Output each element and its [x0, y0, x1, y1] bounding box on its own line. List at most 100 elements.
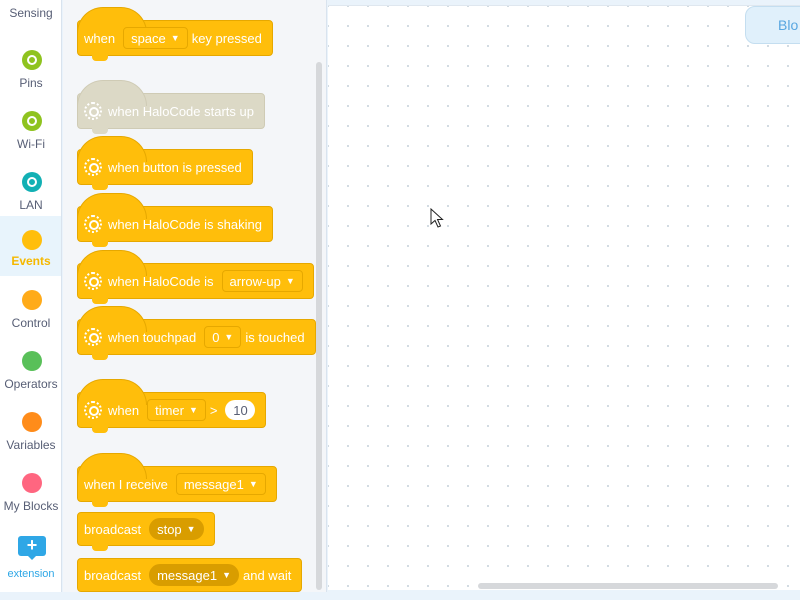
category-sidebar: Sensing Pins Wi-Fi LAN Events Control Op…: [0, 0, 62, 592]
block-when-halocode-tilted[interactable]: when HaloCode is arrow-up ▼: [77, 250, 314, 304]
workspace-horizontal-scrollbar[interactable]: [478, 583, 778, 589]
category-pins[interactable]: Pins: [0, 38, 61, 98]
category-events[interactable]: Events: [0, 216, 61, 276]
script-workspace[interactable]: [328, 5, 800, 590]
timer-value-input[interactable]: 10: [225, 400, 256, 420]
hat-cap: [77, 193, 147, 219]
block-text: when HaloCode is: [108, 273, 214, 289]
block-text: key pressed: [191, 30, 262, 46]
hat-cap: [77, 453, 147, 479]
block-text: when touchpad: [108, 329, 197, 345]
bottom-border: [0, 592, 800, 600]
caret-down-icon: ▼: [186, 524, 196, 534]
block-text: and wait: [243, 567, 292, 583]
hat-cap: [77, 306, 147, 332]
category-label-sensing[interactable]: Sensing: [0, 6, 61, 20]
block-broadcast[interactable]: broadcast stop ▼: [77, 512, 215, 551]
caret-down-icon: ▼: [285, 276, 295, 286]
operators-dot-icon: [22, 351, 42, 371]
broadcast-wait-message-value: message1: [157, 567, 218, 583]
block-text: when I receive: [84, 476, 168, 492]
category-my-blocks[interactable]: My Blocks: [0, 461, 61, 521]
tilt-dropdown-value: arrow-up: [229, 273, 281, 289]
caret-down-icon: ▼: [170, 33, 180, 43]
palette-scrollbar[interactable]: [316, 62, 322, 590]
category-operators[interactable]: Operators: [0, 339, 61, 399]
category-label: Events: [11, 254, 51, 268]
tab-blocks[interactable]: Blo: [745, 6, 800, 44]
hat-cap: [77, 136, 147, 162]
block-notch: [92, 298, 108, 304]
category-label: Control: [11, 316, 51, 330]
halocode-gear-icon: [84, 328, 102, 346]
extension-label: extension: [7, 568, 55, 580]
block-text: broadcast: [84, 521, 142, 537]
category-label: Variables: [6, 438, 56, 452]
category-label: Pins: [19, 76, 43, 90]
block-notch: [92, 184, 108, 190]
broadcast-message-dropdown[interactable]: stop ▼: [149, 518, 204, 540]
touchpad-dropdown[interactable]: 0 ▼: [204, 326, 242, 348]
lan-gear-icon: [22, 172, 42, 192]
block-when-i-receive[interactable]: when I receive message1 ▼: [77, 453, 277, 507]
block-notch: [92, 241, 108, 247]
block-notch: [92, 55, 108, 61]
category-wifi[interactable]: Wi-Fi: [0, 99, 61, 159]
my-blocks-dot-icon: [22, 473, 42, 493]
key-dropdown[interactable]: space ▼: [123, 27, 188, 49]
block-when-halocode-starts-up[interactable]: when HaloCode starts up: [77, 80, 265, 134]
block-text: is touched: [245, 329, 305, 345]
category-lan[interactable]: LAN: [0, 160, 61, 220]
category-control[interactable]: Control: [0, 278, 61, 338]
caret-down-icon: ▼: [222, 570, 231, 580]
block-when-touchpad-touched[interactable]: when touchpad 0 ▼ is touched: [77, 306, 316, 360]
touchpad-dropdown-value: 0: [212, 329, 220, 345]
greater-than-sign: >: [209, 402, 218, 418]
block-when-key-pressed[interactable]: when space ▼ key pressed: [77, 7, 273, 61]
block-notch: [92, 354, 108, 360]
key-dropdown-value: space: [131, 30, 166, 46]
block-when-halocode-shaking[interactable]: when HaloCode is shaking: [77, 193, 273, 247]
block-notch: [92, 501, 108, 507]
block-notch: [92, 427, 108, 433]
timer-dropdown[interactable]: timer ▼: [147, 399, 206, 421]
tilt-dropdown[interactable]: arrow-up ▼: [221, 270, 303, 292]
add-extension-icon: +: [18, 536, 46, 560]
block-when-button-pressed[interactable]: when button is pressed: [77, 136, 253, 190]
block-text: when: [108, 402, 140, 418]
message-dropdown-value: message1: [183, 476, 244, 492]
caret-down-icon: ▼: [188, 405, 198, 415]
block-broadcast-and-wait[interactable]: broadcast message1 ▼ and wait: [77, 558, 303, 592]
caret-down-icon: ▼: [224, 332, 234, 342]
halocode-gear-icon: [84, 272, 102, 290]
halocode-gear-icon: [84, 215, 102, 233]
control-dot-icon: [22, 290, 42, 310]
block-text: broadcast: [84, 567, 142, 583]
app-window: Sensing Pins Wi-Fi LAN Events Control Op…: [0, 0, 800, 600]
timer-dropdown-value: timer: [155, 402, 184, 418]
halocode-gear-icon: [84, 158, 102, 176]
block-when-timer-greater[interactable]: when timer ▼ > 10: [77, 379, 267, 433]
hat-cap: [77, 250, 147, 276]
broadcast-wait-message-dropdown[interactable]: message1 ▼: [149, 564, 239, 586]
extension-button[interactable]: + extension: [0, 528, 61, 592]
block-text: when button is pressed: [108, 159, 242, 175]
category-label: LAN: [19, 198, 43, 212]
blocks-palette: when space ▼ key pressed when HaloCode st…: [63, 0, 327, 592]
broadcast-message-value: stop: [157, 521, 182, 537]
events-dot-icon: [22, 230, 42, 250]
block-notch: [92, 545, 108, 551]
halocode-gear-icon: [84, 102, 102, 120]
category-label: My Blocks: [3, 499, 59, 513]
block-notch: [92, 128, 108, 134]
hat-cap: [77, 80, 147, 106]
category-variables[interactable]: Variables: [0, 400, 61, 460]
caret-down-icon: ▼: [248, 479, 258, 489]
message-dropdown[interactable]: message1 ▼: [175, 473, 266, 495]
category-label: Operators: [4, 377, 58, 391]
wifi-gear-icon: [22, 111, 42, 131]
variables-dot-icon: [22, 412, 42, 432]
block-text: when: [84, 30, 116, 46]
mouse-pointer-icon: [430, 208, 444, 228]
category-label: Wi-Fi: [17, 137, 45, 151]
